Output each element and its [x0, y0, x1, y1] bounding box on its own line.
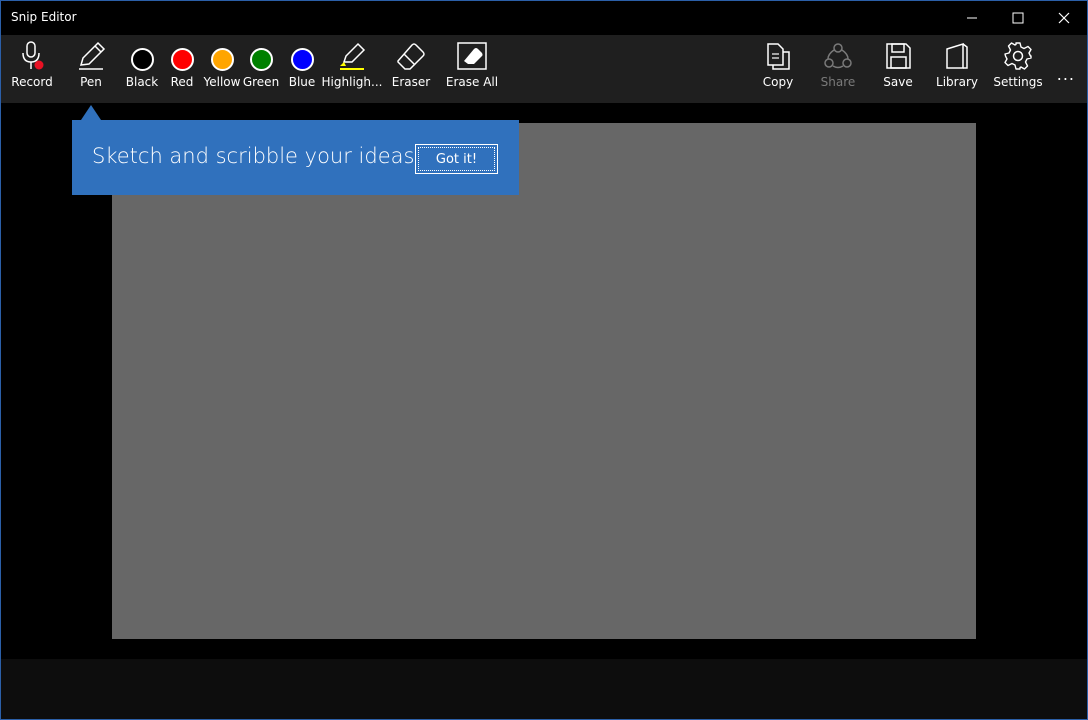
color-red-label: Red [170, 75, 194, 89]
eraser-button[interactable]: Eraser [389, 35, 433, 103]
color-blue-button[interactable]: Blue [285, 35, 319, 103]
tip-pointer [81, 105, 101, 120]
minimize-icon [967, 17, 977, 19]
pen-button[interactable]: Pen [71, 35, 111, 103]
color-black-button[interactable]: Black [123, 35, 161, 103]
maximize-icon [1012, 12, 1024, 24]
library-label: Library [936, 75, 978, 89]
more-options-button[interactable]: ... [1057, 65, 1075, 84]
share-label: Share [820, 75, 856, 89]
eraser-icon [397, 43, 425, 70]
save-icon [886, 43, 911, 69]
color-red-button[interactable]: Red [165, 35, 199, 103]
color-green-label: Green [242, 75, 280, 89]
copy-label: Copy [762, 75, 794, 89]
title-bar: Snip Editor [1, 1, 1087, 35]
erase-all-button[interactable]: Erase All [445, 35, 499, 103]
color-swatch-red [170, 48, 194, 71]
close-icon [1058, 12, 1070, 24]
got-it-button[interactable]: Got it! [415, 144, 498, 174]
color-black-label: Black [125, 75, 159, 89]
tip-text: Sketch and scribble your ideas [92, 144, 415, 168]
pen-icon [79, 41, 106, 70]
highlighter-label: Highligh... [321, 75, 383, 89]
library-button[interactable]: Library [935, 35, 979, 103]
settings-label: Settings [993, 75, 1043, 89]
save-label: Save [883, 75, 913, 89]
microphone-icon [22, 41, 44, 70]
color-swatch-black [130, 48, 154, 71]
copy-icon [767, 43, 790, 70]
snip-editor-window: Snip Editor Record Pen Black Red Yellow … [0, 0, 1088, 720]
settings-button[interactable]: Settings [991, 35, 1045, 103]
eraser-label: Eraser [391, 75, 431, 89]
highlighter-icon [340, 42, 366, 70]
bottom-bar [1, 659, 1087, 719]
maximize-button[interactable] [995, 1, 1041, 35]
copy-button[interactable]: Copy [757, 35, 799, 103]
erase-all-icon [457, 42, 487, 70]
record-label: Record [11, 75, 53, 89]
pen-label: Pen [80, 75, 102, 89]
color-yellow-label: Yellow [203, 75, 241, 89]
color-yellow-button[interactable]: Yellow [202, 35, 242, 103]
erase-all-label: Erase All [445, 75, 499, 89]
teaching-tip: Sketch and scribble your ideas Got it! [72, 120, 519, 195]
color-blue-label: Blue [288, 75, 316, 89]
close-button[interactable] [1041, 1, 1087, 35]
highlighter-button[interactable]: Highligh... [321, 35, 383, 103]
record-button[interactable]: Record [9, 35, 55, 103]
color-swatch-green [249, 48, 273, 71]
drawing-canvas[interactable] [112, 123, 976, 639]
toolbar: Record Pen Black Red Yellow Green Blue H… [1, 35, 1087, 103]
app-title: Snip Editor [11, 10, 77, 24]
share-icon [824, 43, 852, 69]
color-swatch-blue [290, 48, 314, 71]
library-icon [946, 42, 968, 69]
color-green-button[interactable]: Green [242, 35, 280, 103]
minimize-button[interactable] [949, 1, 995, 35]
share-button[interactable]: Share [817, 35, 859, 103]
color-swatch-yellow [210, 48, 234, 71]
gear-icon [1004, 42, 1032, 70]
save-button[interactable]: Save [877, 35, 919, 103]
